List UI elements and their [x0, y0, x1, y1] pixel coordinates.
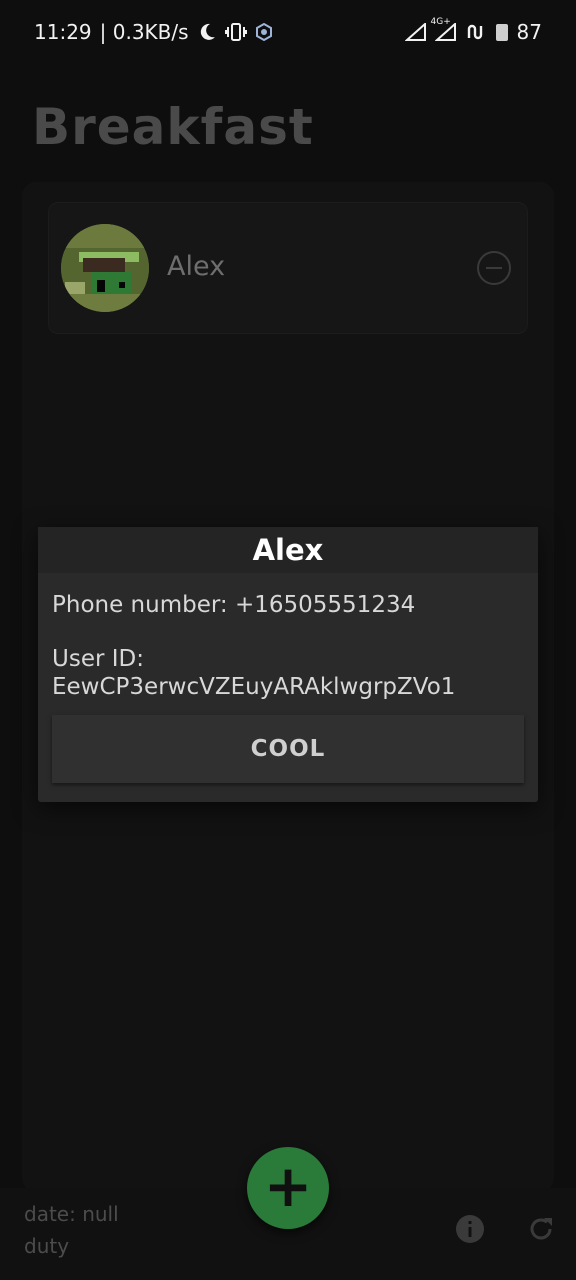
- user-id-label: User ID:: [52, 646, 144, 672]
- moon-icon: [197, 22, 217, 42]
- status-bar: 11:29 | 0.3KB/s 4G+ 87: [0, 0, 576, 64]
- page-title: Breakfast: [32, 98, 314, 156]
- network-label: 4G+: [430, 17, 451, 27]
- remove-circle-icon[interactable]: [477, 251, 511, 285]
- refresh-icon[interactable]: [525, 1213, 557, 1245]
- avatar: [61, 224, 149, 312]
- battery-icon: [495, 22, 509, 42]
- participant-card[interactable]: Alex: [48, 202, 528, 334]
- date-text: date: null: [24, 1202, 119, 1226]
- signal-icon: [404, 23, 427, 41]
- hotspot-icon: [465, 22, 487, 42]
- footer-info: date: null duty: [24, 1198, 119, 1262]
- vibrate-icon: [224, 22, 247, 42]
- status-left: 11:29 | 0.3KB/s: [34, 20, 273, 44]
- info-icon[interactable]: [454, 1213, 486, 1245]
- plus-icon: +: [263, 1152, 313, 1220]
- user-info-dialog: Alex Phone number: +16505551234 User ID:…: [38, 527, 538, 802]
- battery-level: 87: [516, 20, 542, 44]
- user-id-value: EewCP3erwcVZEuyARAklwgrpZVo1: [52, 674, 456, 700]
- status-net-speed: | 0.3KB/s: [99, 20, 189, 44]
- participant-name: Alex: [167, 251, 226, 282]
- add-button[interactable]: +: [247, 1147, 329, 1229]
- phone-number-text: Phone number: +16505551234: [52, 592, 416, 618]
- dialog-body: Phone number: +16505551234 User ID: EewC…: [38, 573, 538, 701]
- status-time: 11:29: [34, 20, 92, 44]
- cool-button[interactable]: COOL: [52, 715, 524, 783]
- signal-4g-icon: 4G+: [431, 17, 457, 41]
- status-right: 4G+ 87: [404, 17, 542, 44]
- duty-text: duty: [24, 1234, 70, 1258]
- settings-gear-icon: [255, 23, 273, 41]
- dialog-title: Alex: [38, 527, 538, 573]
